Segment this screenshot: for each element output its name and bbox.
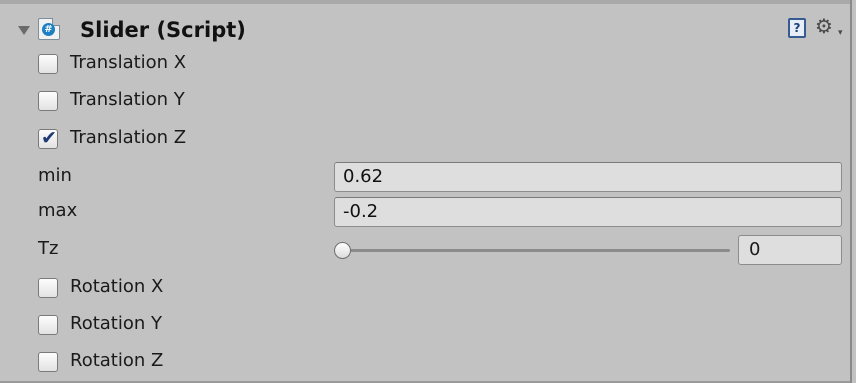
min-row: min 0.62 [0,159,850,195]
script-icon-glyph: # [42,23,55,36]
translation-z-label: Translation Z [70,127,187,148]
rotation-x-checkbox[interactable] [38,278,58,298]
translation-z-checkbox[interactable]: ✔ [38,127,58,149]
rotation-x-label: Rotation X [70,276,164,297]
help-icon[interactable]: ? [788,18,806,38]
rotation-y-row: Rotation Y [0,307,850,343]
tz-label: Tz [38,238,59,259]
panel-top-border [0,0,850,4]
max-row: max -0.2 [0,194,850,230]
rotation-y-checkbox[interactable] [38,315,58,335]
tz-value-field[interactable]: 0 [738,235,842,265]
translation-z-row: ✔ Translation Z [0,121,850,157]
rotation-y-label: Rotation Y [70,313,162,334]
tz-slider-handle[interactable] [334,242,351,259]
rotation-x-row: Rotation X [0,270,850,306]
translation-y-label: Translation Y [70,89,185,110]
rotation-z-row: Rotation Z [0,344,850,380]
foldout-arrow-icon[interactable] [18,26,30,35]
translation-x-row: Translation X [0,46,850,82]
rotation-z-checkbox[interactable] [38,352,58,372]
tz-slider-track[interactable] [342,249,730,252]
inspector-panel: # Slider (Script) ? ⚙ ▾ Translation X Tr… [0,0,852,383]
component-header[interactable]: # Slider (Script) ? ⚙ ▾ [0,10,850,50]
min-field[interactable]: 0.62 [334,162,842,192]
tz-row: Tz 0 [0,232,850,268]
csharp-script-icon: # [38,18,60,40]
translation-x-label: Translation X [70,52,187,73]
translation-y-row: Translation Y [0,83,850,119]
max-label: max [38,200,78,221]
max-field[interactable]: -0.2 [334,197,842,227]
rotation-z-label: Rotation Z [70,350,164,371]
gear-dropdown-caret-icon[interactable]: ▾ [838,28,843,38]
translation-x-checkbox[interactable] [38,54,58,74]
min-label: min [38,165,72,186]
component-title: Slider (Script) [80,18,246,42]
gear-icon[interactable]: ⚙ [815,14,833,38]
translation-y-checkbox[interactable] [38,91,58,111]
checkmark-icon: ✔ [41,127,57,149]
